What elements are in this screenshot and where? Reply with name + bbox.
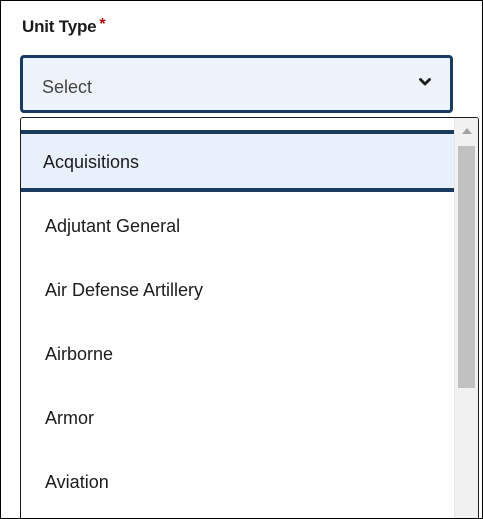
unit-type-options-listbox[interactable]: Acquisitions Adjutant General Air Defens… [20,117,479,518]
option-airborne[interactable]: Airborne [21,322,455,386]
required-asterisk: * [99,16,106,33]
options-list: Acquisitions Adjutant General Air Defens… [21,130,455,514]
unit-type-select[interactable]: Select [20,55,453,113]
option-adjutant-general[interactable]: Adjutant General [21,194,455,258]
scrollbar-thumb[interactable] [458,146,475,388]
option-armor[interactable]: Armor [21,386,455,450]
unit-type-label: Unit Type * [22,16,106,37]
option-aviation[interactable]: Aviation [21,450,455,514]
scroll-up-arrow-icon[interactable] [462,128,472,134]
option-acquisitions[interactable]: Acquisitions [21,130,455,192]
listbox-scrollbar[interactable] [454,118,478,518]
unit-type-form-field: Unit Type * Select Acquisitions Adjutant … [0,0,483,519]
chevron-down-icon [419,78,431,86]
select-value: Select [42,77,93,97]
unit-type-label-text: Unit Type [22,17,97,36]
option-air-defense-artillery[interactable]: Air Defense Artillery [21,258,455,322]
